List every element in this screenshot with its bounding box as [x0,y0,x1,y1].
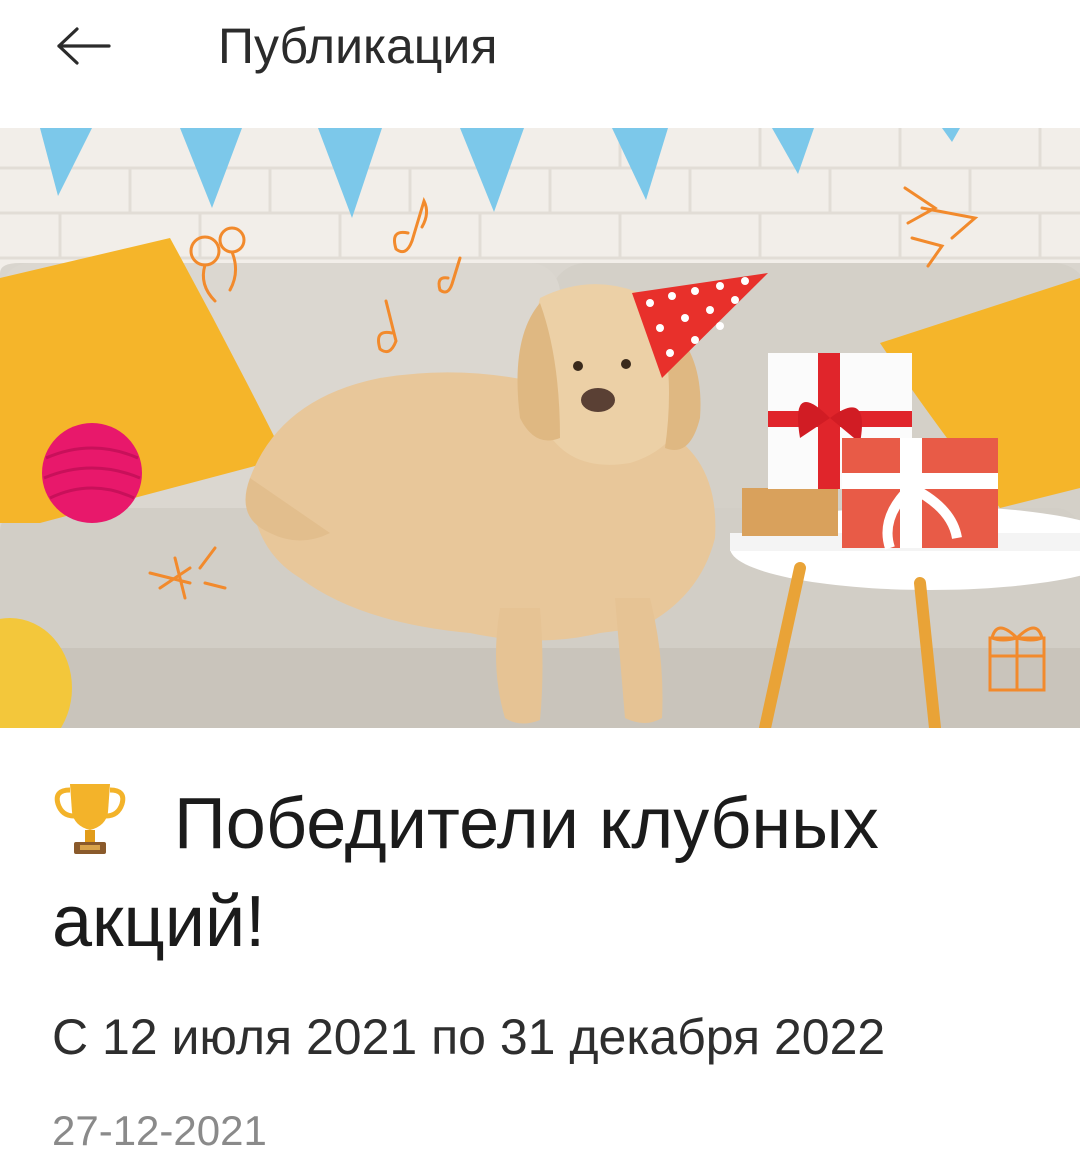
publication-screen: Публикация Победители клубных акций! С 1… [0,0,1080,1175]
arrow-left-icon [57,27,111,65]
post-title: Победители клубных акций! [52,775,1042,971]
back-button[interactable] [52,18,116,74]
trophy-icon [54,784,126,854]
post-title-text: Победители клубных акций! [52,784,879,962]
top-app-bar: Публикация [0,0,1080,100]
publication-date: 27-12-2021 [52,1107,267,1154]
promotion-period: С 12 июля 2021 по 31 декабря 2022 [52,1009,886,1065]
page-title: Публикация [218,18,498,74]
hero-image [0,128,1080,728]
party-dog-photo [0,128,1080,728]
